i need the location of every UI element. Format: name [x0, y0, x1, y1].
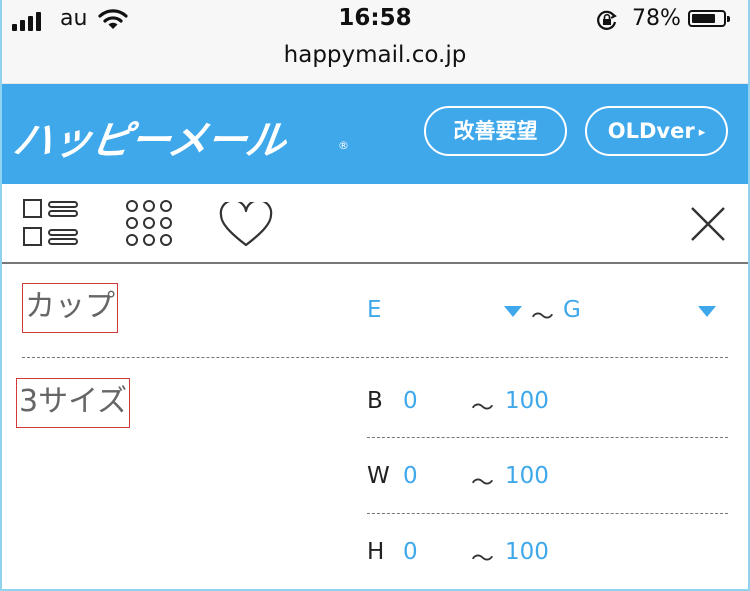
happymail-logo[interactable]: ハッピーメール [10, 108, 290, 166]
grid-view-icon[interactable] [124, 198, 174, 252]
heart-icon[interactable] [219, 199, 273, 252]
hip-min-select[interactable]: 0 [403, 539, 418, 565]
bust-range-tilde: 〜 [471, 395, 494, 421]
feedback-button[interactable]: 改善要望 [424, 106, 567, 156]
waist-range-tilde: 〜 [471, 470, 494, 496]
waist-max-select[interactable]: 100 [505, 463, 549, 489]
bust-min-select[interactable]: 0 [403, 388, 418, 414]
size-row-divider [367, 437, 728, 438]
size-key-h: H [367, 539, 385, 565]
old-version-label: OLDver [607, 119, 695, 143]
hip-range-tilde: 〜 [471, 546, 494, 572]
rotation-lock-icon [596, 9, 618, 35]
play-arrow-icon: ▸ [698, 125, 706, 140]
cup-range-tilde: 〜 [531, 304, 554, 330]
hip-max-select[interactable]: 100 [505, 539, 549, 565]
waist-min-select[interactable]: 0 [403, 463, 418, 489]
size-row-divider [367, 513, 728, 514]
cup-min-dropdown-icon[interactable] [504, 306, 522, 317]
size-key-w: W [367, 463, 390, 489]
cup-max-dropdown-icon[interactable] [698, 306, 716, 317]
cup-label: カップ [22, 283, 118, 333]
view-toolbar [0, 184, 750, 264]
battery-icon [688, 10, 730, 27]
close-icon[interactable] [690, 206, 726, 246]
cup-max-select[interactable]: G [563, 297, 581, 323]
old-version-button[interactable]: OLDver ▸ [585, 106, 728, 156]
battery-percent: 78% [632, 6, 681, 31]
bust-max-select[interactable]: 100 [505, 388, 549, 414]
url-bar[interactable]: happymail.co.jp [0, 40, 750, 84]
battery-fill [692, 14, 716, 23]
list-view-icon[interactable] [22, 198, 80, 252]
cup-min-select[interactable]: E [367, 297, 382, 323]
site-header: ハッピーメール ® 改善要望 OLDver ▸ [0, 84, 750, 184]
size-key-b: B [367, 388, 383, 414]
status-bar: au 16:58 78% [0, 0, 750, 40]
registered-mark: ® [338, 139, 349, 152]
section-divider [22, 357, 728, 358]
three-sizes-label: 3サイズ [16, 378, 131, 428]
